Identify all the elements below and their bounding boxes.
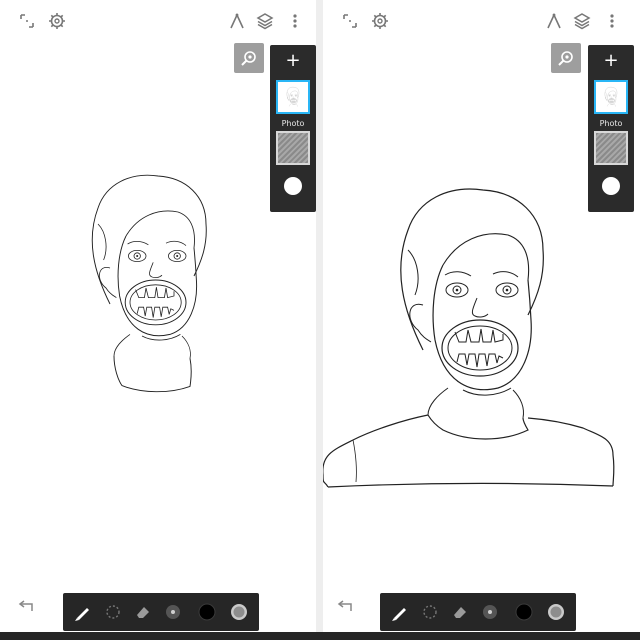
layer-thumbnail-preview bbox=[604, 87, 618, 107]
layer-thumbnail-background[interactable] bbox=[594, 131, 628, 165]
face-drawing bbox=[91, 174, 207, 393]
canvas-panel-left: + Photo bbox=[0, 0, 316, 640]
more-vertical-icon[interactable] bbox=[290, 12, 300, 30]
expand-icon[interactable] bbox=[341, 12, 359, 30]
panel-divider bbox=[316, 0, 323, 640]
bottom-toolbar bbox=[380, 593, 576, 631]
current-color-swatch[interactable] bbox=[284, 177, 302, 195]
ruler-icon[interactable] bbox=[545, 12, 563, 30]
system-bottom-bar bbox=[0, 632, 640, 640]
layer-thumbnail-preview bbox=[286, 87, 300, 107]
layer-label: Photo bbox=[281, 119, 305, 128]
layer-thumbnail-photo[interactable] bbox=[594, 80, 628, 114]
more-vertical-icon[interactable] bbox=[607, 12, 617, 30]
layers-panel: + Photo bbox=[588, 45, 634, 212]
ruler-icon[interactable] bbox=[228, 12, 246, 30]
eraser-icon[interactable] bbox=[450, 602, 470, 622]
color-swatch-icon[interactable] bbox=[514, 602, 534, 622]
bottom-toolbar bbox=[63, 593, 259, 631]
expand-icon[interactable] bbox=[18, 12, 36, 30]
canvas-panel-right: + Photo bbox=[323, 0, 640, 640]
lasso-icon[interactable] bbox=[420, 602, 440, 622]
undo-icon[interactable] bbox=[337, 600, 353, 614]
current-color-swatch[interactable] bbox=[602, 177, 620, 195]
face-drawing bbox=[323, 188, 615, 488]
layers-icon[interactable] bbox=[573, 12, 591, 30]
add-layer-button[interactable]: + bbox=[270, 51, 316, 71]
color-swatch-icon[interactable] bbox=[197, 602, 217, 622]
drawing-canvas[interactable] bbox=[0, 0, 316, 640]
reference-button[interactable] bbox=[551, 43, 581, 73]
eraser-icon[interactable] bbox=[133, 602, 153, 622]
lasso-icon[interactable] bbox=[103, 602, 123, 622]
brush-icon[interactable] bbox=[73, 602, 93, 622]
layers-icon[interactable] bbox=[256, 12, 274, 30]
layer-thumbnail-photo[interactable] bbox=[276, 80, 310, 114]
add-layer-button[interactable]: + bbox=[588, 51, 634, 71]
layer-label: Photo bbox=[599, 119, 623, 128]
gear-icon[interactable] bbox=[48, 12, 66, 30]
layers-panel: + Photo bbox=[270, 45, 316, 212]
undo-icon[interactable] bbox=[18, 600, 34, 614]
brush-icon[interactable] bbox=[390, 602, 410, 622]
layer-thumbnail-background[interactable] bbox=[276, 131, 310, 165]
opacity-icon[interactable] bbox=[546, 602, 566, 622]
gear-icon[interactable] bbox=[371, 12, 389, 30]
opacity-icon[interactable] bbox=[229, 602, 249, 622]
brush-size-icon[interactable] bbox=[163, 602, 183, 622]
reference-button[interactable] bbox=[234, 43, 264, 73]
brush-size-icon[interactable] bbox=[480, 602, 500, 622]
